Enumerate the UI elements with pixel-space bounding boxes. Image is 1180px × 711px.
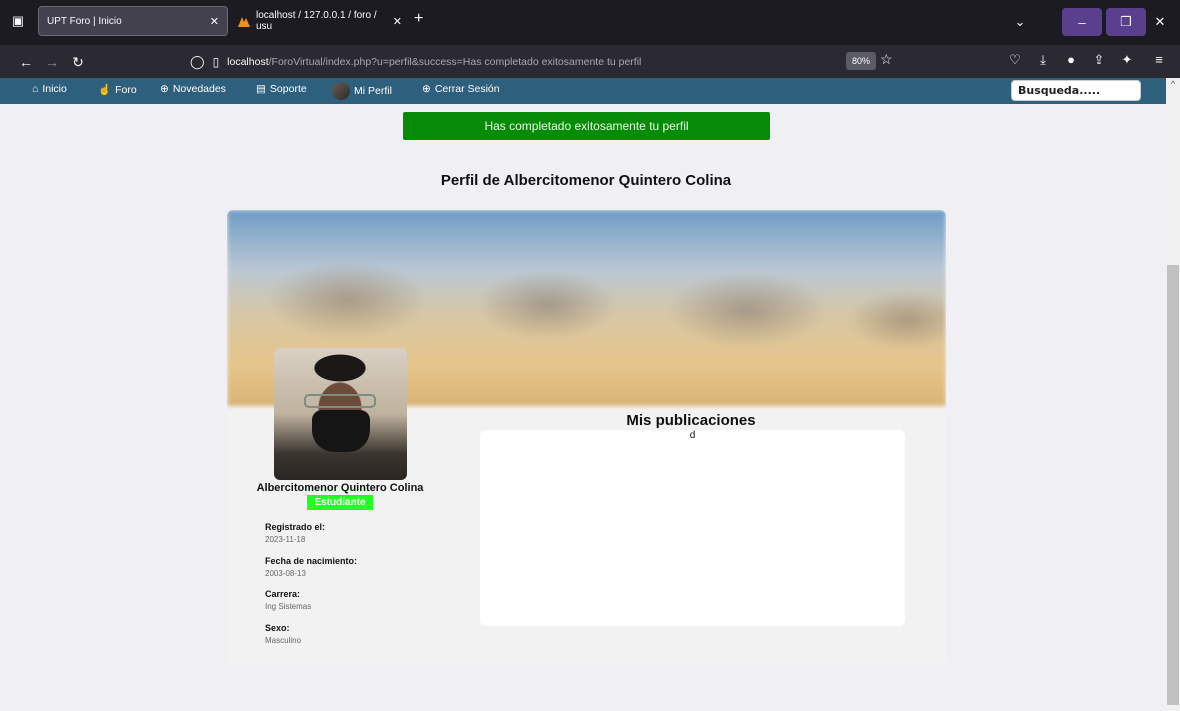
- menu-icon[interactable]: ≡: [1150, 52, 1168, 67]
- profile-photo: [274, 348, 407, 480]
- globe-icon: ⊕: [160, 83, 169, 95]
- nav-item-cerrar-sesion[interactable]: ⊕ Cerrar Sesión: [422, 83, 500, 95]
- hand-icon: ☝: [98, 84, 112, 96]
- registered-value: 2023-11-18: [265, 535, 306, 544]
- globe-icon: ⊕: [422, 83, 431, 95]
- nav-label: Foro: [115, 83, 137, 96]
- page-icon: ▯: [212, 55, 220, 69]
- pocket-icon[interactable]: ♡: [1006, 52, 1024, 68]
- nav-label: Cerrar Sesión: [434, 83, 500, 95]
- close-icon[interactable]: ✕: [393, 15, 402, 28]
- role-badge: Estudiante: [307, 495, 373, 510]
- nav-label: Mi Perfil: [354, 85, 392, 97]
- nav-item-foro[interactable]: ☝ Foro: [98, 83, 137, 97]
- tab-upt-foro[interactable]: UPT Foro | Inicio ✕: [38, 6, 228, 36]
- page-title: Perfil de Albercitomenor Quintero Colina: [440, 172, 732, 189]
- page-content: Has completado exitosamente tu perfil Pe…: [0, 104, 1166, 711]
- birthdate-label: Fecha de nacimiento:: [265, 556, 358, 566]
- nav-item-mi-perfil[interactable]: Mi Perfil: [332, 82, 392, 100]
- mask-shape: [312, 410, 370, 452]
- nav-item-inicio[interactable]: ⌂ Inicio: [32, 83, 67, 95]
- url-path: /ForoVirtual/index.php?u=perfil&success=…: [268, 56, 642, 68]
- chevron-down-icon[interactable]: ⌄: [1000, 8, 1040, 36]
- support-icon: ▤: [256, 83, 266, 95]
- phpmyadmin-icon: [238, 15, 250, 27]
- download-icon[interactable]: ⤓: [1034, 52, 1052, 68]
- success-alert: Has completado exitosamente tu perfil: [403, 112, 770, 140]
- avatar: [332, 82, 350, 100]
- tab-list-icon[interactable]: ▣: [4, 6, 32, 36]
- home-icon: ⌂: [32, 83, 39, 95]
- share-icon[interactable]: ⇪: [1090, 52, 1108, 68]
- url-host: localhost: [227, 56, 269, 68]
- browser-titlebar: ▣ UPT Foro | Inicio ✕ localhost / 127.0.…: [0, 0, 1180, 45]
- tab-title: localhost / 127.0.0.1 / foro / usu: [256, 10, 377, 32]
- nav-item-soporte[interactable]: ▤ Soporte: [256, 83, 307, 95]
- minimize-button[interactable]: –: [1062, 8, 1102, 36]
- url-bar[interactable]: ◯ ▯ localhost/ForoVirtual/index.php?u=pe…: [190, 49, 910, 75]
- new-tab-button[interactable]: +: [414, 10, 423, 28]
- scroll-up-icon[interactable]: ^: [1166, 79, 1180, 93]
- publications-box: d: [480, 430, 905, 626]
- search-input[interactable]: [1011, 80, 1141, 101]
- bookmark-star-icon[interactable]: ☆: [880, 51, 893, 68]
- account-icon[interactable]: ●: [1062, 52, 1080, 67]
- registered-label: Registrado el:: [265, 522, 326, 532]
- nav-label: Novedades: [172, 83, 226, 95]
- site-navbar: ⌂ Inicio ☝ Foro ⊕ Novedades ▤ Soporte Mi…: [0, 78, 1166, 104]
- nav-label: Inicio: [42, 83, 67, 95]
- sex-value: Masculino: [265, 636, 302, 645]
- back-button[interactable]: ←: [14, 51, 38, 73]
- sex-label: Sexo:: [265, 623, 290, 633]
- tab-title: UPT Foro | Inicio: [47, 15, 122, 27]
- zoom-level[interactable]: 80%: [846, 52, 876, 70]
- scrollbar-thumb[interactable]: [1167, 265, 1179, 705]
- publications-title: Mis publicaciones: [626, 412, 756, 429]
- close-icon[interactable]: ✕: [210, 15, 219, 28]
- career-label: Carrera:: [265, 589, 301, 599]
- close-window-button[interactable]: ✕: [1140, 8, 1180, 36]
- browser-toolbar: ← → ↻ ◯ ▯ localhost/ForoVirtual/index.ph…: [0, 45, 1180, 78]
- career-value: Ing Sistemas: [265, 602, 312, 611]
- nav-label: Soporte: [269, 83, 307, 95]
- publication-item[interactable]: d: [480, 430, 905, 441]
- birthdate-value: 2003-08-13: [265, 569, 306, 578]
- shield-icon: ◯: [190, 54, 205, 69]
- reload-button[interactable]: ↻: [66, 51, 90, 73]
- profile-card: Albercitomenor Quintero Colina Estudiant…: [227, 210, 946, 665]
- glasses-shape: [304, 394, 376, 408]
- forward-button[interactable]: →: [40, 51, 64, 73]
- profile-name: Albercitomenor Quintero Colina: [256, 482, 424, 494]
- extension-icon[interactable]: ✦: [1118, 52, 1136, 68]
- nav-item-novedades[interactable]: ⊕ Novedades: [160, 83, 226, 95]
- tab-phpmyadmin[interactable]: localhost / 127.0.0.1 / foro / usu ✕: [230, 6, 410, 36]
